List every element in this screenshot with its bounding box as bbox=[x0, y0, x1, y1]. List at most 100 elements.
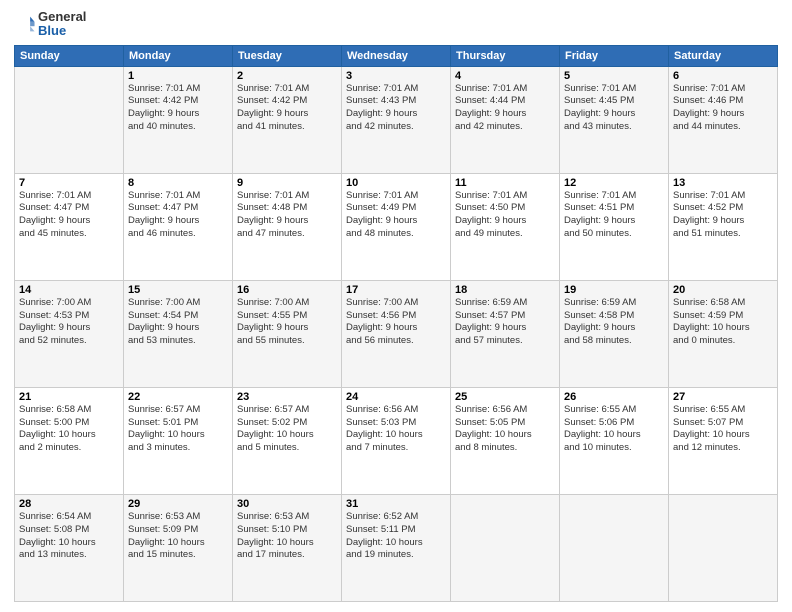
day-info: Sunrise: 7:00 AMSunset: 4:53 PMDaylight:… bbox=[19, 297, 119, 348]
calendar-cell: 9Sunrise: 7:01 AMSunset: 4:48 PMDaylight… bbox=[233, 173, 342, 280]
day-number: 12 bbox=[564, 177, 664, 189]
day-number: 25 bbox=[455, 391, 555, 403]
day-info: Sunrise: 6:59 AMSunset: 4:58 PMDaylight:… bbox=[564, 297, 664, 348]
logo: General Blue bbox=[14, 10, 86, 39]
day-number: 31 bbox=[346, 498, 446, 510]
day-number: 5 bbox=[564, 70, 664, 82]
day-info: Sunrise: 7:00 AMSunset: 4:56 PMDaylight:… bbox=[346, 297, 446, 348]
day-number: 16 bbox=[237, 284, 337, 296]
day-number: 15 bbox=[128, 284, 228, 296]
day-number: 21 bbox=[19, 391, 119, 403]
calendar-cell: 29Sunrise: 6:53 AMSunset: 5:09 PMDayligh… bbox=[124, 494, 233, 601]
day-number: 29 bbox=[128, 498, 228, 510]
calendar-cell: 4Sunrise: 7:01 AMSunset: 4:44 PMDaylight… bbox=[451, 66, 560, 173]
day-number: 13 bbox=[673, 177, 773, 189]
day-info: Sunrise: 6:59 AMSunset: 4:57 PMDaylight:… bbox=[455, 297, 555, 348]
day-number: 3 bbox=[346, 70, 446, 82]
day-number: 9 bbox=[237, 177, 337, 189]
logo-icon bbox=[14, 13, 36, 35]
calendar-cell bbox=[669, 494, 778, 601]
day-info: Sunrise: 6:53 AMSunset: 5:09 PMDaylight:… bbox=[128, 511, 228, 562]
calendar-cell: 16Sunrise: 7:00 AMSunset: 4:55 PMDayligh… bbox=[233, 280, 342, 387]
column-header-thursday: Thursday bbox=[451, 45, 560, 66]
day-info: Sunrise: 7:01 AMSunset: 4:42 PMDaylight:… bbox=[128, 83, 228, 134]
calendar-cell: 10Sunrise: 7:01 AMSunset: 4:49 PMDayligh… bbox=[342, 173, 451, 280]
calendar-cell: 8Sunrise: 7:01 AMSunset: 4:47 PMDaylight… bbox=[124, 173, 233, 280]
day-number: 19 bbox=[564, 284, 664, 296]
calendar-cell: 21Sunrise: 6:58 AMSunset: 5:00 PMDayligh… bbox=[15, 387, 124, 494]
calendar-cell: 19Sunrise: 6:59 AMSunset: 4:58 PMDayligh… bbox=[560, 280, 669, 387]
calendar-cell bbox=[560, 494, 669, 601]
calendar-cell: 23Sunrise: 6:57 AMSunset: 5:02 PMDayligh… bbox=[233, 387, 342, 494]
day-info: Sunrise: 6:52 AMSunset: 5:11 PMDaylight:… bbox=[346, 511, 446, 562]
calendar-cell: 11Sunrise: 7:01 AMSunset: 4:50 PMDayligh… bbox=[451, 173, 560, 280]
calendar-cell: 15Sunrise: 7:00 AMSunset: 4:54 PMDayligh… bbox=[124, 280, 233, 387]
day-info: Sunrise: 7:01 AMSunset: 4:43 PMDaylight:… bbox=[346, 83, 446, 134]
day-info: Sunrise: 7:01 AMSunset: 4:42 PMDaylight:… bbox=[237, 83, 337, 134]
day-info: Sunrise: 7:01 AMSunset: 4:44 PMDaylight:… bbox=[455, 83, 555, 134]
day-number: 11 bbox=[455, 177, 555, 189]
column-header-sunday: Sunday bbox=[15, 45, 124, 66]
column-header-saturday: Saturday bbox=[669, 45, 778, 66]
calendar-cell: 7Sunrise: 7:01 AMSunset: 4:47 PMDaylight… bbox=[15, 173, 124, 280]
day-info: Sunrise: 7:01 AMSunset: 4:45 PMDaylight:… bbox=[564, 83, 664, 134]
day-number: 4 bbox=[455, 70, 555, 82]
day-number: 26 bbox=[564, 391, 664, 403]
day-number: 2 bbox=[237, 70, 337, 82]
calendar-cell: 12Sunrise: 7:01 AMSunset: 4:51 PMDayligh… bbox=[560, 173, 669, 280]
day-number: 20 bbox=[673, 284, 773, 296]
calendar-cell: 14Sunrise: 7:00 AMSunset: 4:53 PMDayligh… bbox=[15, 280, 124, 387]
calendar-cell: 2Sunrise: 7:01 AMSunset: 4:42 PMDaylight… bbox=[233, 66, 342, 173]
calendar-cell: 6Sunrise: 7:01 AMSunset: 4:46 PMDaylight… bbox=[669, 66, 778, 173]
day-info: Sunrise: 7:01 AMSunset: 4:47 PMDaylight:… bbox=[19, 190, 119, 241]
calendar-cell bbox=[15, 66, 124, 173]
page-header: General Blue bbox=[14, 10, 778, 39]
day-info: Sunrise: 7:01 AMSunset: 4:52 PMDaylight:… bbox=[673, 190, 773, 241]
calendar-table: SundayMondayTuesdayWednesdayThursdayFrid… bbox=[14, 45, 778, 602]
calendar-cell: 17Sunrise: 7:00 AMSunset: 4:56 PMDayligh… bbox=[342, 280, 451, 387]
day-number: 7 bbox=[19, 177, 119, 189]
day-number: 22 bbox=[128, 391, 228, 403]
calendar-cell: 26Sunrise: 6:55 AMSunset: 5:06 PMDayligh… bbox=[560, 387, 669, 494]
day-info: Sunrise: 7:00 AMSunset: 4:54 PMDaylight:… bbox=[128, 297, 228, 348]
column-header-tuesday: Tuesday bbox=[233, 45, 342, 66]
day-info: Sunrise: 7:01 AMSunset: 4:51 PMDaylight:… bbox=[564, 190, 664, 241]
calendar-cell: 27Sunrise: 6:55 AMSunset: 5:07 PMDayligh… bbox=[669, 387, 778, 494]
calendar-cell bbox=[451, 494, 560, 601]
calendar-cell: 22Sunrise: 6:57 AMSunset: 5:01 PMDayligh… bbox=[124, 387, 233, 494]
day-info: Sunrise: 6:58 AMSunset: 5:00 PMDaylight:… bbox=[19, 404, 119, 455]
day-number: 1 bbox=[128, 70, 228, 82]
column-header-monday: Monday bbox=[124, 45, 233, 66]
day-info: Sunrise: 6:54 AMSunset: 5:08 PMDaylight:… bbox=[19, 511, 119, 562]
calendar-cell: 30Sunrise: 6:53 AMSunset: 5:10 PMDayligh… bbox=[233, 494, 342, 601]
calendar-cell: 24Sunrise: 6:56 AMSunset: 5:03 PMDayligh… bbox=[342, 387, 451, 494]
calendar-cell: 5Sunrise: 7:01 AMSunset: 4:45 PMDaylight… bbox=[560, 66, 669, 173]
day-info: Sunrise: 6:55 AMSunset: 5:06 PMDaylight:… bbox=[564, 404, 664, 455]
day-number: 14 bbox=[19, 284, 119, 296]
calendar-cell: 13Sunrise: 7:01 AMSunset: 4:52 PMDayligh… bbox=[669, 173, 778, 280]
calendar-cell: 18Sunrise: 6:59 AMSunset: 4:57 PMDayligh… bbox=[451, 280, 560, 387]
day-number: 6 bbox=[673, 70, 773, 82]
day-info: Sunrise: 6:56 AMSunset: 5:05 PMDaylight:… bbox=[455, 404, 555, 455]
day-number: 24 bbox=[346, 391, 446, 403]
day-info: Sunrise: 6:56 AMSunset: 5:03 PMDaylight:… bbox=[346, 404, 446, 455]
day-number: 27 bbox=[673, 391, 773, 403]
day-info: Sunrise: 6:58 AMSunset: 4:59 PMDaylight:… bbox=[673, 297, 773, 348]
calendar-cell: 31Sunrise: 6:52 AMSunset: 5:11 PMDayligh… bbox=[342, 494, 451, 601]
day-number: 17 bbox=[346, 284, 446, 296]
calendar-cell: 1Sunrise: 7:01 AMSunset: 4:42 PMDaylight… bbox=[124, 66, 233, 173]
day-info: Sunrise: 7:01 AMSunset: 4:46 PMDaylight:… bbox=[673, 83, 773, 134]
logo-text: General Blue bbox=[38, 10, 86, 39]
day-info: Sunrise: 7:01 AMSunset: 4:48 PMDaylight:… bbox=[237, 190, 337, 241]
calendar-cell: 3Sunrise: 7:01 AMSunset: 4:43 PMDaylight… bbox=[342, 66, 451, 173]
day-number: 23 bbox=[237, 391, 337, 403]
calendar-cell: 25Sunrise: 6:56 AMSunset: 5:05 PMDayligh… bbox=[451, 387, 560, 494]
day-info: Sunrise: 7:00 AMSunset: 4:55 PMDaylight:… bbox=[237, 297, 337, 348]
day-info: Sunrise: 7:01 AMSunset: 4:49 PMDaylight:… bbox=[346, 190, 446, 241]
day-info: Sunrise: 6:57 AMSunset: 5:02 PMDaylight:… bbox=[237, 404, 337, 455]
day-number: 10 bbox=[346, 177, 446, 189]
day-info: Sunrise: 6:55 AMSunset: 5:07 PMDaylight:… bbox=[673, 404, 773, 455]
day-info: Sunrise: 7:01 AMSunset: 4:50 PMDaylight:… bbox=[455, 190, 555, 241]
day-number: 18 bbox=[455, 284, 555, 296]
column-header-wednesday: Wednesday bbox=[342, 45, 451, 66]
